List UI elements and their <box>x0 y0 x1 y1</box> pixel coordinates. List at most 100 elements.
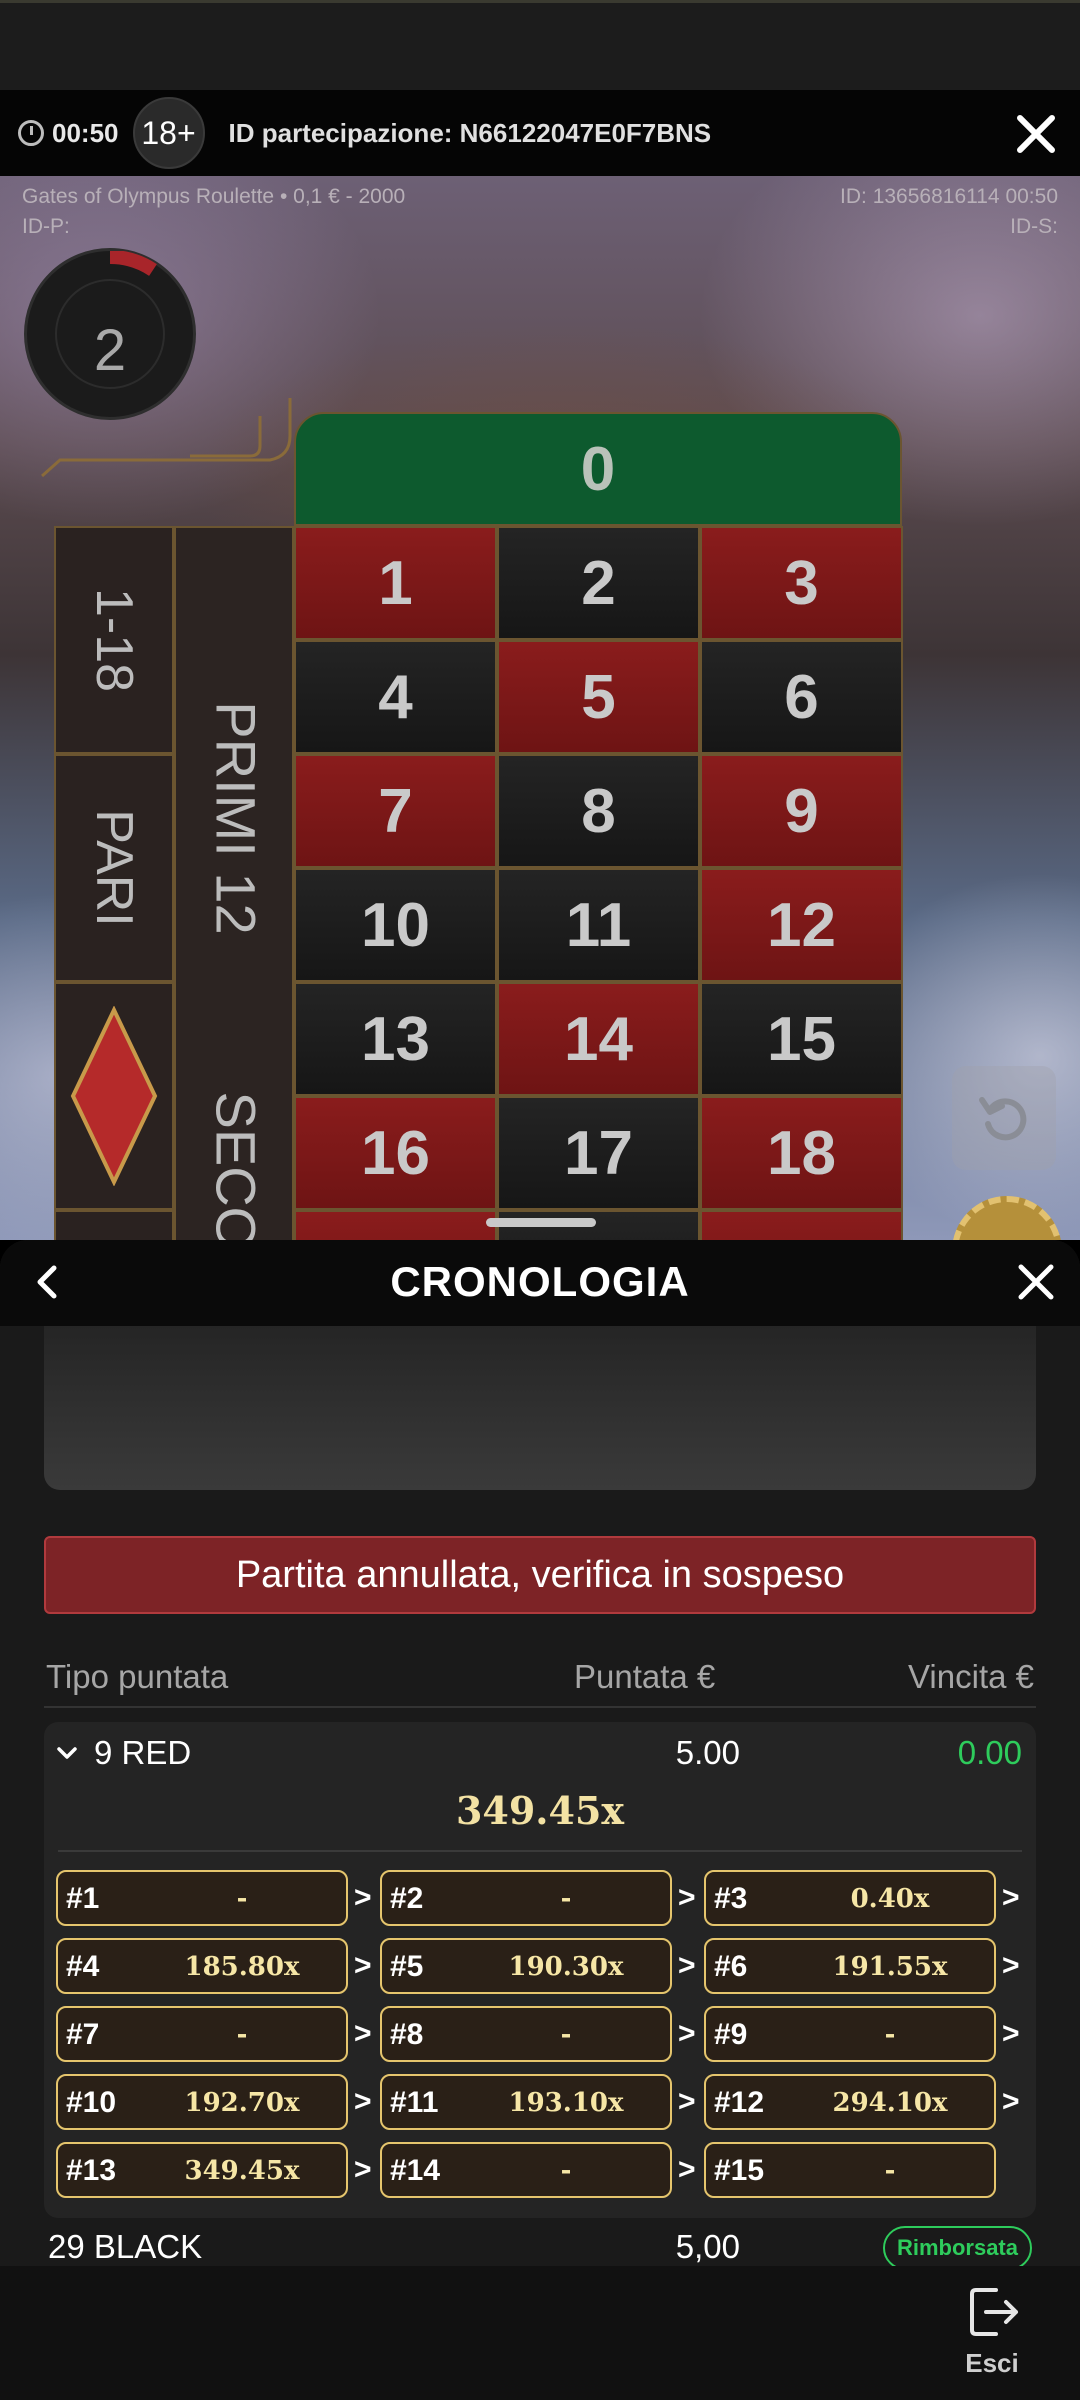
exit-label: Esci <box>965 2348 1019 2378</box>
number-cell[interactable]: 1 <box>294 526 497 640</box>
number-cell[interactable]: 2 <box>497 526 700 640</box>
chevron-down-icon <box>57 1747 77 1759</box>
clock-icon <box>18 120 44 146</box>
history-header: CRONOLOGIA <box>0 1240 1080 1326</box>
round-multiplier-cell: #3 0.40x <box>704 1870 996 1926</box>
undo-button[interactable] <box>952 1066 1056 1170</box>
bet-stake: 5,00 <box>675 2228 740 2265</box>
round-multiplier-cell: #9 - <box>704 2006 996 2062</box>
number-cell[interactable]: 10 <box>294 868 497 982</box>
bet-card: 9 RED 5.00 0.00 349.45x #1 - > #2 - > #3 0.40x >… <box>44 1722 1036 2218</box>
bet-first-dozen-column[interactable]: PRIMI 12 SECONDI 12 <box>174 526 294 1240</box>
bet-even[interactable]: PARI <box>54 754 174 982</box>
number-cell[interactable]: 4 <box>294 640 497 754</box>
round-multiplier: - <box>884 2156 896 2186</box>
divider <box>44 1706 1036 1708</box>
round-multiplier-cell: #1 - <box>56 1870 348 1926</box>
participation-id: ID partecipazione: N66122047E0F7BNS <box>228 117 712 148</box>
bet-black[interactable] <box>54 1210 174 1240</box>
chevron-right-icon: > <box>1002 2085 1020 2118</box>
cancelled-round-banner: Partita annullata, verifica in sospeso <box>44 1536 1036 1614</box>
column-bet-type: Tipo puntata <box>46 1658 229 1695</box>
chevron-right-icon: > <box>678 2085 696 2118</box>
round-multiplier-cell: #14 - <box>380 2142 672 2198</box>
sheet-drag-handle[interactable] <box>486 1218 596 1227</box>
round-multiplier-cell: #10 192.70x <box>56 2074 348 2130</box>
bet-red[interactable] <box>54 982 174 1210</box>
status-bar <box>0 0 1080 90</box>
history-title: CRONOLOGIA <box>390 1258 690 1305</box>
chevron-right-icon: > <box>1002 1881 1020 1914</box>
round-multiplier: - <box>560 2020 572 2050</box>
game-top-bar: 00:50 18+ ID partecipazione: N66122047E0… <box>0 90 1080 176</box>
age-badge: 18+ <box>132 97 205 169</box>
number-cell[interactable]: 12 <box>700 868 903 982</box>
number-cell[interactable]: 5 <box>497 640 700 754</box>
round-number: #3 <box>714 1882 748 1915</box>
round-number: #8 <box>390 2018 424 2051</box>
column-stake: Puntata € <box>574 1658 716 1695</box>
chevron-right-icon: > <box>678 1949 696 1982</box>
round-multiplier: 193.10x <box>508 2088 624 2118</box>
number-cell-partial[interactable] <box>700 1210 903 1240</box>
close-icon[interactable] <box>1014 1260 1058 1304</box>
chevron-right-icon: > <box>678 2153 696 2186</box>
number-cell[interactable]: 6 <box>700 640 903 754</box>
undo-icon <box>979 1097 1027 1141</box>
round-video-preview <box>44 1326 1036 1490</box>
round-number: #9 <box>714 2018 748 2051</box>
round-multiplier-cell: #6 191.55x <box>704 1938 996 1994</box>
number-cell[interactable]: 14 <box>497 982 700 1096</box>
round-multiplier-cell: #12 294.10x <box>704 2074 996 2130</box>
number-cell[interactable]: 18 <box>700 1096 903 1210</box>
chip-selector[interactable] <box>952 1196 1062 1240</box>
number-cell[interactable]: 11 <box>497 868 700 982</box>
number-cell[interactable]: 8 <box>497 754 700 868</box>
game-view: Gates of Olympus Roulette • 0,1 € - 2000… <box>0 176 1080 1240</box>
round-multiplier: 0.40x <box>850 1884 930 1914</box>
round-multiplier-cell: #11 193.10x <box>380 2074 672 2130</box>
number-cell[interactable]: 17 <box>497 1096 700 1210</box>
total-multiplier: 349.45x <box>455 1788 625 1833</box>
number-cell[interactable]: 3 <box>700 526 903 640</box>
number-cell[interactable]: 16 <box>294 1096 497 1210</box>
round-number: #1 <box>66 1882 100 1915</box>
chevron-right-icon: > <box>354 2017 372 2050</box>
chevron-right-icon: > <box>1002 1949 1020 1982</box>
round-multiplier: 190.30x <box>508 1952 624 1982</box>
number-cell[interactable]: 9 <box>700 754 903 868</box>
round-multiplier-cell: #15 - <box>704 2142 996 2198</box>
round-multiplier: - <box>560 2156 572 2186</box>
number-cell-partial[interactable] <box>294 1210 497 1240</box>
bottom-bar: Esci <box>0 2266 1080 2400</box>
bet-row[interactable]: 29 BLACK 5,00 Rimborsata <box>44 2220 1036 2266</box>
bet-1-18[interactable]: 1-18 <box>54 526 174 754</box>
first-dozen-label: PRIMI 12 <box>204 701 268 935</box>
number-cell[interactable]: 15 <box>700 982 903 1096</box>
exit-button[interactable]: Esci <box>952 2284 1032 2384</box>
round-number: #14 <box>390 2154 441 2187</box>
divider <box>58 1850 1022 1852</box>
chevron-right-icon: > <box>354 1949 372 1982</box>
round-multiplier-cell: #2 - <box>380 1870 672 1926</box>
round-multiplier-cell: #4 185.80x <box>56 1938 348 1994</box>
roulette-board: 0 1-18 PARI PRIMI 12 SECONDI 12 12345678… <box>0 176 1080 1240</box>
round-multiplier: 349.45x <box>184 2156 300 2186</box>
close-icon[interactable] <box>1014 112 1058 156</box>
exit-icon <box>970 2288 1018 2336</box>
number-cell[interactable]: 7 <box>294 754 497 868</box>
round-number: #13 <box>66 2154 117 2187</box>
number-zero[interactable]: 0 <box>294 412 902 526</box>
round-number: #6 <box>714 1950 748 1983</box>
red-diamond-icon <box>70 1006 158 1186</box>
round-multiplier: 192.70x <box>184 2088 300 2118</box>
round-multiplier: 191.55x <box>832 1952 948 1982</box>
number-cell[interactable]: 13 <box>294 982 497 1096</box>
round-multiplier: - <box>884 2020 896 2050</box>
bet-row-expanded[interactable]: 9 RED 5.00 0.00 <box>44 1722 1036 1784</box>
round-multiplier-cell: #7 - <box>56 2006 348 2062</box>
bet-stake: 5.00 <box>675 1734 740 1771</box>
second-dozen-label: SECONDI 12 <box>204 1092 269 1241</box>
round-multiplier-cell: #13 349.45x <box>56 2142 348 2198</box>
refunded-badge: Rimborsata <box>882 2226 1032 2266</box>
